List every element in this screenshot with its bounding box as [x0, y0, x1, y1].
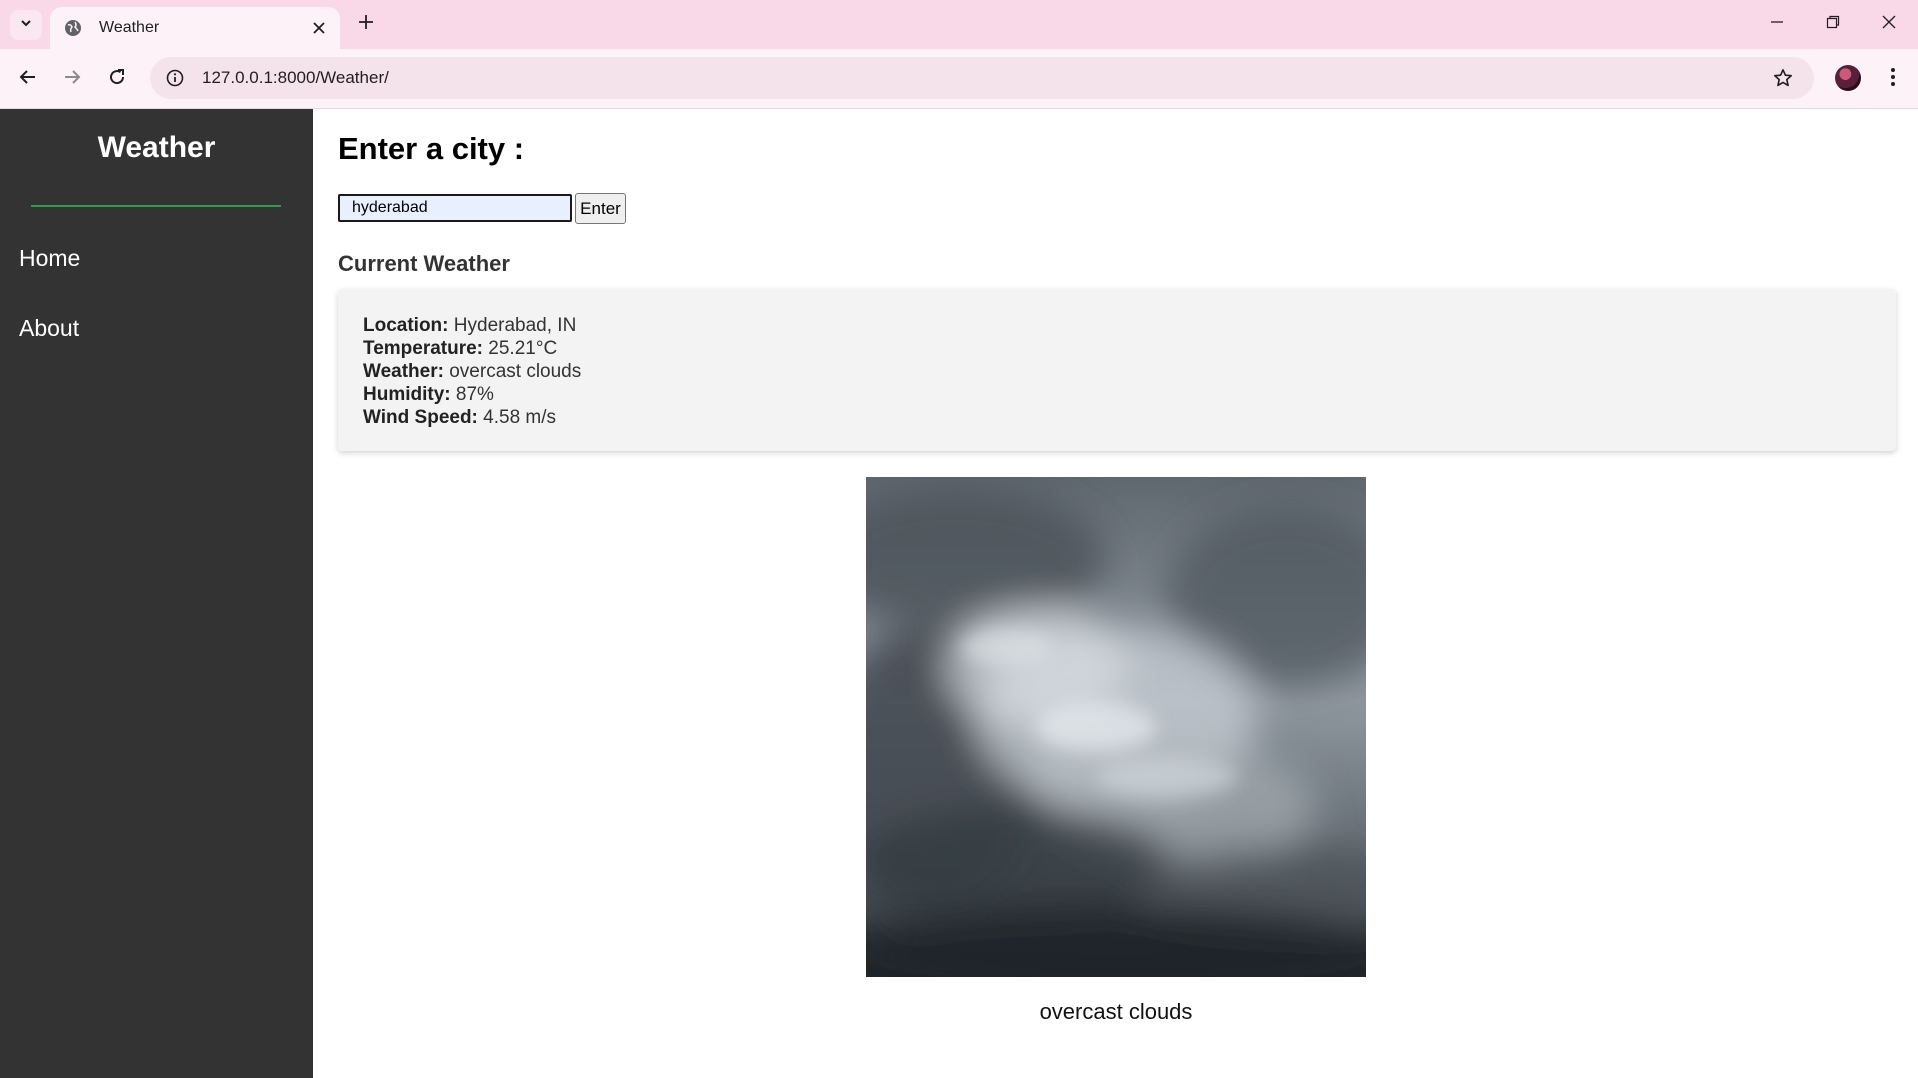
browser-menu-button[interactable] [1880, 63, 1906, 95]
main-content: Enter a city : Enter Current Weather Loc… [313, 109, 1918, 1078]
forward-button[interactable] [56, 63, 88, 95]
chevron-down-icon [19, 16, 33, 35]
address-bar[interactable]: 127.0.0.1:8000/Weather/ [150, 57, 1814, 99]
new-tab-button[interactable] [352, 10, 380, 38]
weather-label: Weather: [363, 361, 444, 382]
cloud-texture [866, 487, 1366, 977]
enter-button[interactable]: Enter [575, 193, 626, 224]
weather-row: Weather: overcast clouds [363, 360, 581, 383]
location-label: Location: [363, 315, 449, 336]
wind-label: Wind Speed: [363, 407, 478, 428]
globe-icon [63, 18, 83, 38]
more-vertical-icon [1890, 67, 1896, 92]
reload-button[interactable] [101, 63, 133, 95]
back-button[interactable] [12, 63, 44, 95]
temperature-row: Temperature: 25.21°C [363, 337, 581, 360]
minimize-icon [1770, 15, 1784, 34]
browser-tab[interactable]: Weather [50, 7, 340, 49]
humidity-row: Humidity: 87% [363, 383, 581, 406]
humidity-label: Humidity: [363, 384, 451, 405]
brand-underline [31, 205, 281, 207]
wind-row: Wind Speed: 4.58 m/s [363, 406, 581, 429]
reload-icon [108, 68, 126, 91]
tab-search-button[interactable] [10, 10, 42, 40]
page-title: Enter a city : [338, 131, 525, 166]
location-row: Location: Hyderabad, IN [363, 314, 581, 337]
brand-title: Weather [97, 131, 216, 164]
location-value: Hyderabad, IN [453, 315, 577, 336]
profile-avatar[interactable] [1835, 65, 1861, 91]
minimize-button[interactable] [1750, 6, 1804, 42]
arrow-right-icon [63, 68, 81, 91]
plus-icon [358, 14, 374, 35]
humidity-value: 87% [455, 384, 494, 405]
sidebar-item-about[interactable]: About [19, 315, 79, 342]
sidebar-item-home[interactable]: Home [19, 245, 80, 272]
current-weather-heading: Current Weather [338, 251, 510, 276]
wind-value: 4.58 m/s [483, 407, 557, 428]
restore-icon [1826, 15, 1840, 34]
image-caption: overcast clouds [1039, 999, 1193, 1024]
weather-value: overcast clouds [449, 361, 582, 382]
temperature-label: Temperature: [363, 338, 484, 359]
url-text: 127.0.0.1:8000/Weather/ [202, 68, 389, 87]
site-info-icon[interactable] [164, 67, 186, 89]
restore-button[interactable] [1806, 6, 1860, 42]
arrow-left-icon [19, 68, 37, 91]
browser-toolbar: 127.0.0.1:8000/Weather/ [0, 49, 1918, 109]
weather-image [866, 477, 1366, 977]
close-tab-icon[interactable] [306, 15, 332, 41]
city-input[interactable] [338, 194, 572, 222]
bookmark-star-icon[interactable] [1768, 63, 1798, 93]
temperature-value: 25.21°C [488, 338, 558, 359]
close-window-button[interactable] [1862, 6, 1916, 42]
sidebar: Weather Home About [0, 109, 313, 1078]
browser-tab-bar: Weather [0, 0, 1918, 49]
tab-title: Weather [99, 19, 160, 36]
weather-card: Location: Hyderabad, IN Temperature: 25.… [338, 289, 1896, 451]
close-icon [1882, 15, 1896, 34]
